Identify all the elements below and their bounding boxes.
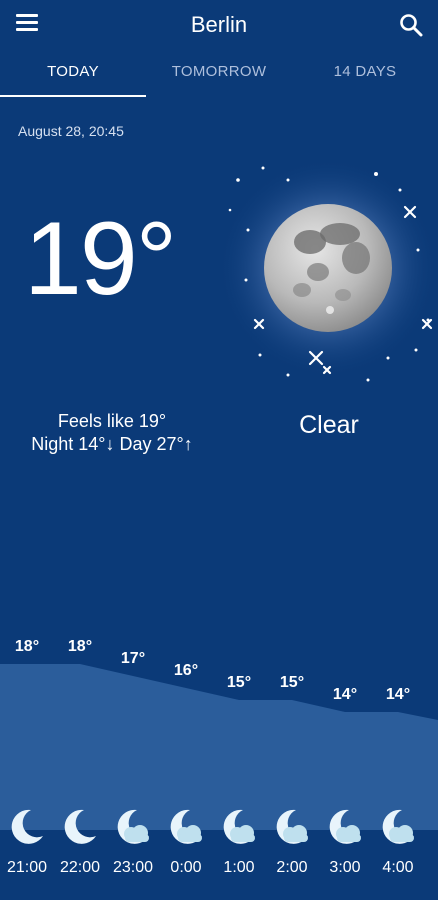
hourly-time-label: 2:00 — [276, 859, 308, 876]
moon-cloud-icon — [117, 809, 149, 844]
top-app-bar: Berlin — [0, 0, 438, 50]
moon-cloud-icon — [382, 809, 414, 844]
hourly-temperature: 15° — [226, 674, 252, 691]
moon-cloud-icon — [329, 809, 361, 844]
hourly-time-label: 21:00 — [6, 859, 48, 876]
moon-cloud-icon — [223, 809, 255, 844]
hourly-temperature: 16° — [173, 662, 199, 679]
search-icon[interactable] — [398, 12, 424, 38]
day-tabs: TODAY TOMORROW 14 DAYS — [0, 56, 438, 98]
crescent-moon-icon — [64, 809, 96, 844]
hourly-time-label: 1:00 — [223, 859, 255, 876]
moon-cloud-icon — [276, 809, 308, 844]
crescent-moon-icon — [11, 809, 43, 844]
city-title: Berlin — [190, 12, 248, 37]
hourly-time-label: 23:00 — [112, 859, 154, 876]
moon-cloud-icon — [170, 809, 202, 844]
hourly-temperature: 18° — [67, 638, 93, 655]
hourly-time-label: 0:00 — [170, 859, 202, 876]
weather-condition: Clear — [299, 411, 359, 439]
hourly-time-label: 3:00 — [329, 859, 361, 876]
tab-tomorrow[interactable]: TOMORROW — [146, 56, 292, 96]
hourly-temperature: 18° — [14, 638, 40, 655]
hourly-temperature-graph — [0, 664, 438, 830]
hourly-temperature: 15° — [279, 674, 305, 691]
hourly-temperature: 14° — [385, 686, 411, 703]
hourly-temperature: 14° — [332, 686, 358, 703]
full-moon-icon — [218, 158, 438, 382]
hourly-time-label: 22:00 — [59, 859, 101, 876]
feels-like-text: Feels like 19° — [57, 411, 167, 431]
active-tab-indicator — [0, 95, 146, 97]
hourly-time-label: 4:00 — [382, 859, 414, 876]
current-temperature: 19° — [24, 201, 177, 317]
observation-time: August 28, 20:45 — [18, 123, 124, 139]
tab-today[interactable]: TODAY — [0, 56, 146, 96]
tab-14-days[interactable]: 14 DAYS — [292, 56, 438, 96]
hourly-temperature: 17° — [120, 650, 146, 667]
night-day-range: Night 14°↓ Day 27°↑ — [31, 434, 193, 454]
